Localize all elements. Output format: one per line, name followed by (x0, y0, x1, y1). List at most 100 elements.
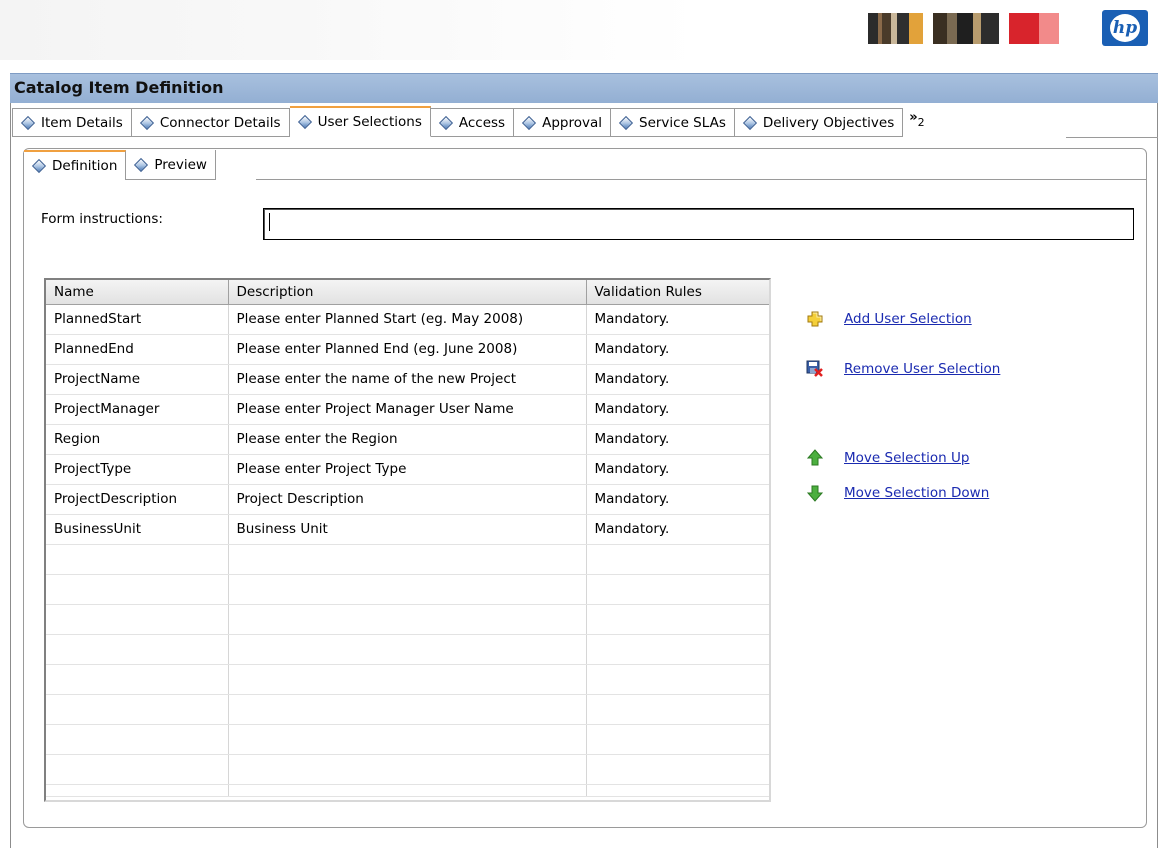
cell-validation: Mandatory. (586, 394, 769, 425)
diamond-icon (134, 157, 149, 172)
table-row[interactable]: BusinessUnit Business Unit Mandatory. (46, 514, 769, 545)
table-row[interactable]: ProjectType Please enter Project Type Mand… (46, 454, 769, 485)
overflow-count: 2 (917, 116, 925, 129)
sub-tab-divider (256, 179, 1146, 180)
text-caret (269, 213, 270, 231)
tab-delivery-objectives[interactable]: Delivery Objectives (734, 108, 904, 137)
cell-name: ProjectDescription (46, 484, 229, 515)
remove-user-selection-action: Remove User Selection (806, 360, 1000, 378)
column-header-description[interactable]: Description (228, 280, 587, 305)
table-row[interactable]: PlannedEnd Please enter Planned End (eg. … (46, 334, 769, 365)
cell-validation: Mandatory. (586, 424, 769, 455)
cell-name: Region (46, 424, 229, 455)
add-user-selection-link[interactable]: Add User Selection (844, 311, 972, 327)
tab-bar-divider (1066, 137, 1158, 138)
empty-row[interactable] (46, 754, 769, 785)
user-selections-table[interactable]: Name Description Validation Rules Planne… (44, 278, 771, 802)
empty-row[interactable] (46, 694, 769, 725)
sub-tab-bar: Definition Preview (24, 150, 216, 180)
table-row[interactable]: ProjectName Please enter the name of the … (46, 364, 769, 395)
column-header-name[interactable]: Name (46, 280, 229, 305)
diamond-icon (139, 115, 154, 130)
diamond-icon (297, 114, 312, 130)
empty-row[interactable] (46, 604, 769, 635)
cell-validation: Mandatory. (586, 364, 769, 395)
cell-validation: Mandatory. (586, 334, 769, 365)
remove-disk-icon (806, 360, 823, 377)
tab-label: Preview (154, 156, 207, 173)
diamond-icon (20, 115, 36, 130)
tab-label: Connector Details (159, 114, 281, 131)
diamond-icon (438, 115, 453, 130)
form-instructions-input[interactable] (263, 208, 1134, 240)
cell-validation: Mandatory. (586, 454, 769, 485)
diamond-icon (522, 115, 537, 130)
cell-name: ProjectManager (46, 394, 229, 425)
cell-name: ProjectType (46, 454, 229, 485)
table-row[interactable]: ProjectManager Please enter Project Manag… (46, 394, 769, 425)
column-header-validation-rules[interactable]: Validation Rules (586, 280, 769, 305)
cell-description: Please enter the Region (228, 424, 587, 455)
hp-logo-text: hp (1110, 14, 1140, 42)
add-user-selection-action: Add User Selection (806, 310, 972, 328)
cell-validation: Mandatory. (586, 304, 769, 335)
empty-row[interactable] (46, 634, 769, 665)
empty-row[interactable] (46, 544, 769, 575)
cell-description: Please enter Planned Start (eg. May 2008… (228, 304, 587, 335)
tab-connector-details[interactable]: Connector Details (131, 108, 290, 137)
banner-background (0, 0, 700, 60)
cell-description: Please enter Project Type (228, 454, 587, 485)
add-plus-icon (807, 311, 823, 327)
diamond-icon (618, 115, 634, 130)
empty-row[interactable] (46, 664, 769, 695)
cell-description: Please enter Project Manager User Name (228, 394, 587, 425)
tab-item-details[interactable]: Item Details (12, 108, 132, 137)
arrow-down-icon (806, 485, 824, 502)
empty-row[interactable] (46, 784, 769, 797)
move-selection-up-link[interactable]: Move Selection Up (844, 450, 969, 466)
move-selection-up-action: Move Selection Up (806, 449, 969, 467)
tab-preview[interactable]: Preview (126, 150, 216, 180)
cell-name: ProjectName (46, 364, 229, 395)
banner-image-strip (868, 13, 1098, 44)
chevron-right-icon: » (909, 110, 918, 125)
move-selection-down-link[interactable]: Move Selection Down (844, 485, 989, 501)
tab-label: Access (458, 114, 506, 131)
arrow-up-icon (806, 449, 824, 466)
tab-label: User Selections (317, 114, 422, 130)
cell-name: PlannedEnd (46, 334, 229, 365)
cell-description: Please enter the name of the new Project (228, 364, 587, 395)
form-instructions-label: Form instructions: (41, 211, 163, 227)
tab-approval[interactable]: Approval (514, 108, 611, 137)
hp-logo: hp (1102, 10, 1148, 46)
tab-service-slas[interactable]: Service SLAs (611, 108, 735, 137)
cell-validation: Mandatory. (586, 514, 769, 545)
tab-access[interactable]: Access (430, 108, 515, 137)
main-tab-bar: Item Details Connector Details User Sele… (12, 106, 931, 141)
tab-label: Approval (542, 114, 602, 131)
tab-label: Service SLAs (639, 114, 726, 131)
tab-definition[interactable]: Definition (24, 150, 127, 180)
page-title: Catalog Item Definition (10, 73, 1158, 103)
diamond-icon (31, 158, 47, 174)
cell-validation: Mandatory. (586, 484, 769, 515)
table-row[interactable]: Region Please enter the Region Mandatory. (46, 424, 769, 455)
cell-description: Please enter Planned End (eg. June 2008) (228, 334, 587, 365)
tab-label: Item Details (41, 114, 123, 131)
diamond-icon (742, 115, 757, 130)
table-row[interactable]: ProjectDescription Project Description Man… (46, 484, 769, 515)
move-selection-down-action: Move Selection Down (806, 484, 989, 502)
table-row[interactable]: PlannedStart Please enter Planned Start (… (46, 304, 769, 335)
tab-overflow-button[interactable]: » 2 (903, 108, 930, 141)
cell-description: Business Unit (228, 514, 587, 545)
remove-user-selection-link[interactable]: Remove User Selection (844, 361, 1000, 377)
table-header-row: Name Description Validation Rules (46, 280, 769, 305)
tab-user-selections[interactable]: User Selections (289, 106, 431, 137)
empty-row[interactable] (46, 724, 769, 755)
tab-label: Delivery Objectives (762, 114, 895, 131)
cell-name: PlannedStart (46, 304, 229, 335)
tab-label: Definition (52, 158, 118, 174)
empty-row[interactable] (46, 574, 769, 605)
cell-name: BusinessUnit (46, 514, 229, 545)
cell-description: Project Description (228, 484, 587, 515)
